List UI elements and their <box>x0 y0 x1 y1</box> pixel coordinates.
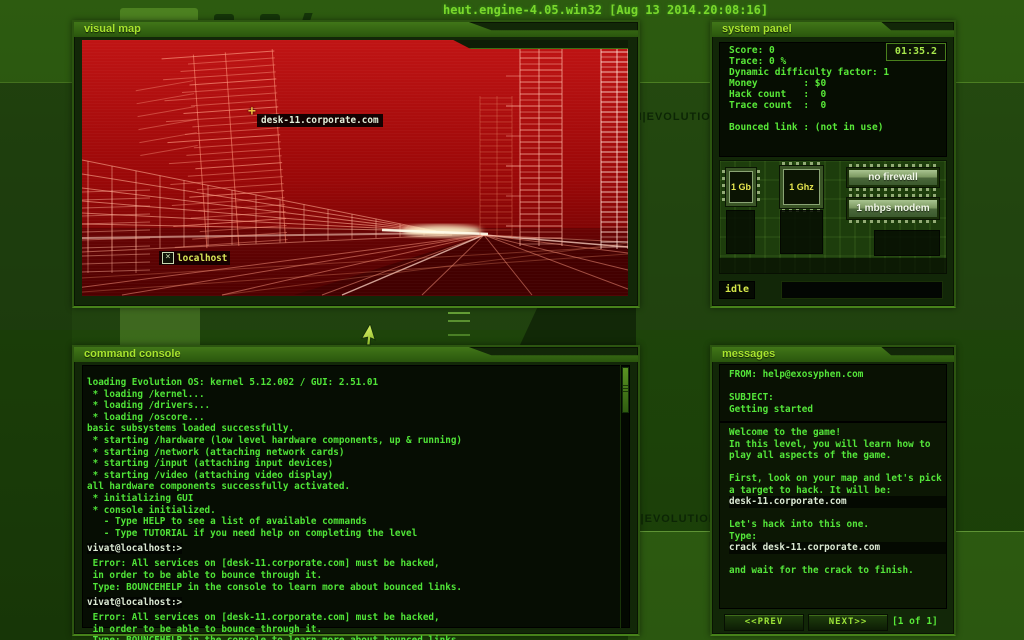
cpu-chip: 1 Ghz <box>780 166 823 208</box>
message-line: In this level, you will learn how to <box>729 439 947 451</box>
system-stats-box: Score: 0Trace: 0 %Dynamic difficulty fac… <box>719 42 947 157</box>
console-line: * console initialized. <box>87 505 630 517</box>
bg-left-strip <box>0 82 72 640</box>
console-body[interactable]: loading Evolution OS: kernel 5.12.002 / … <box>82 365 630 628</box>
map-node-target[interactable]: desk-11.corporate.com <box>257 114 383 127</box>
bg-light-block <box>120 306 200 346</box>
memory-chip: 1 Gb <box>726 168 756 206</box>
message-body-box: Welcome to the game!In this level, you w… <box>719 422 947 609</box>
game-screen: ION|EVOLUTION ION|EVOLUTION heut.engine-… <box>0 0 1024 640</box>
message-line <box>729 554 947 566</box>
message-line: crack desk-11.corporate.com <box>729 542 947 554</box>
message-line: Let's hack into this one. <box>729 519 947 531</box>
localhost-label: localhost <box>177 253 227 264</box>
console-line: in order to be able to bounce through it… <box>87 570 630 582</box>
command-console-title: command console <box>84 348 181 360</box>
prev-button[interactable]: <<PREV <box>724 614 804 631</box>
hardware-board: 1 Gb 1 Ghz no firewall 1 mbps modem <box>719 160 947 274</box>
system-panel: system panel Score: 0Trace: 0 %Dynamic d… <box>710 20 956 308</box>
message-line: Getting started <box>729 404 947 416</box>
next-button[interactable]: NEXT>> <box>808 614 888 631</box>
messages-title: messages <box>722 348 775 360</box>
cpu-chip-label: 1 Ghz <box>783 169 820 205</box>
console-line: * initializing GUI <box>87 493 630 505</box>
console-line: - Type HELP to see a list of available c… <box>87 516 630 528</box>
target-node-marker: + <box>248 104 256 119</box>
message-line <box>729 462 947 474</box>
console-line: * loading /oscore... <box>87 412 630 424</box>
console-line: in order to be able to bounce through it… <box>87 624 630 636</box>
firewall-badge: no firewall <box>846 167 940 188</box>
console-scrollbar-thumb[interactable] <box>622 367 629 413</box>
engine-title: heut.engine-4.05.win32 [Aug 13 2014.20:0… <box>443 3 768 17</box>
console-line: basic subsystems loaded successfully. <box>87 423 630 435</box>
console-line: Error: All services on [desk-11.corporat… <box>87 612 630 624</box>
modem-badge: 1 mbps modem <box>846 197 940 220</box>
map-corner-notch <box>453 40 628 49</box>
message-line: desk-11.corporate.com <box>729 496 947 508</box>
message-line: FROM: help@exosyphen.com <box>729 369 947 381</box>
console-line: vivat@localhost:> <box>87 543 182 555</box>
console-line: vivat@localhost:> <box>87 597 182 609</box>
visual-map-header <box>74 22 638 37</box>
console-line: * loading /kernel... <box>87 389 630 401</box>
firewall-label: no firewall <box>849 170 937 185</box>
console-line: Type: BOUNCEHELP in the console to learn… <box>87 582 630 594</box>
map-node-localhost[interactable]: × localhost <box>159 251 230 265</box>
console-line: loading Evolution OS: kernel 5.12.002 / … <box>87 377 630 389</box>
mouse-cursor <box>360 324 386 350</box>
empty-slot <box>726 210 755 254</box>
console-line: * loading /drivers... <box>87 400 630 412</box>
message-head-box: FROM: help@exosyphen.com SUBJECT:Getting… <box>719 364 947 422</box>
message-line <box>729 381 947 393</box>
timer-box: 01:35.2 <box>886 43 946 61</box>
console-scrollbar-track[interactable] <box>620 365 630 628</box>
console-line: * starting /network (attaching network c… <box>87 447 630 459</box>
empty-slot <box>874 230 940 256</box>
system-panel-title: system panel <box>722 23 792 35</box>
console-line: - Type TUTORIAL if you need help on comp… <box>87 528 630 540</box>
stat-line: Trace count : 0 <box>729 100 947 111</box>
console-line: * starting /video (attaching video displ… <box>87 470 630 482</box>
stat-line: Dynamic difficulty factor: 1 <box>729 67 947 78</box>
message-page-indicator: [1 of 1] <box>892 616 938 627</box>
command-console-panel: command console loading Evolution OS: ke… <box>72 345 640 636</box>
message-line: a target to hack. It will be: <box>729 485 947 497</box>
message-line: First, look on your map and let's pick <box>729 473 947 485</box>
visual-map-panel: visual map + desk-11.corporate.com × loc… <box>72 20 640 308</box>
bg-tiny-lines <box>448 312 470 314</box>
message-line: play all aspects of the game. <box>729 450 947 462</box>
console-line: all hardware components successfully act… <box>87 481 630 493</box>
console-line: * starting /input (attaching input devic… <box>87 458 630 470</box>
stat-line: Bounced link : (not in use) <box>729 122 947 133</box>
stat-line <box>729 111 947 122</box>
memory-chip-label: 1 Gb <box>729 171 753 203</box>
visual-map-title: visual map <box>84 23 141 35</box>
message-line: SUBJECT: <box>729 392 947 404</box>
console-line: Error: All services on [desk-11.corporat… <box>87 558 630 570</box>
scrollbar-grip <box>623 385 628 393</box>
console-line: Type: BOUNCEHELP in the console to learn… <box>87 635 630 640</box>
localhost-icon: × <box>162 252 174 264</box>
messages-panel: messages FROM: help@exosyphen.com SUBJEC… <box>710 345 956 636</box>
message-line: Welcome to the game! <box>729 427 947 439</box>
message-line <box>729 508 947 520</box>
stat-line: Money : $0 <box>729 78 947 89</box>
modem-label: 1 mbps modem <box>849 200 937 217</box>
console-line: * starting /hardware (low level hardware… <box>87 435 630 447</box>
visual-map-viewport[interactable]: + desk-11.corporate.com × localhost <box>82 40 628 296</box>
empty-slot <box>780 210 823 254</box>
message-line: Type: <box>729 531 947 543</box>
stat-line: Hack count : 0 <box>729 89 947 100</box>
progress-bar <box>781 281 943 299</box>
message-line: and wait for the crack to finish. <box>729 565 947 577</box>
status-box: idle <box>719 281 755 299</box>
board-strip <box>719 258 947 274</box>
